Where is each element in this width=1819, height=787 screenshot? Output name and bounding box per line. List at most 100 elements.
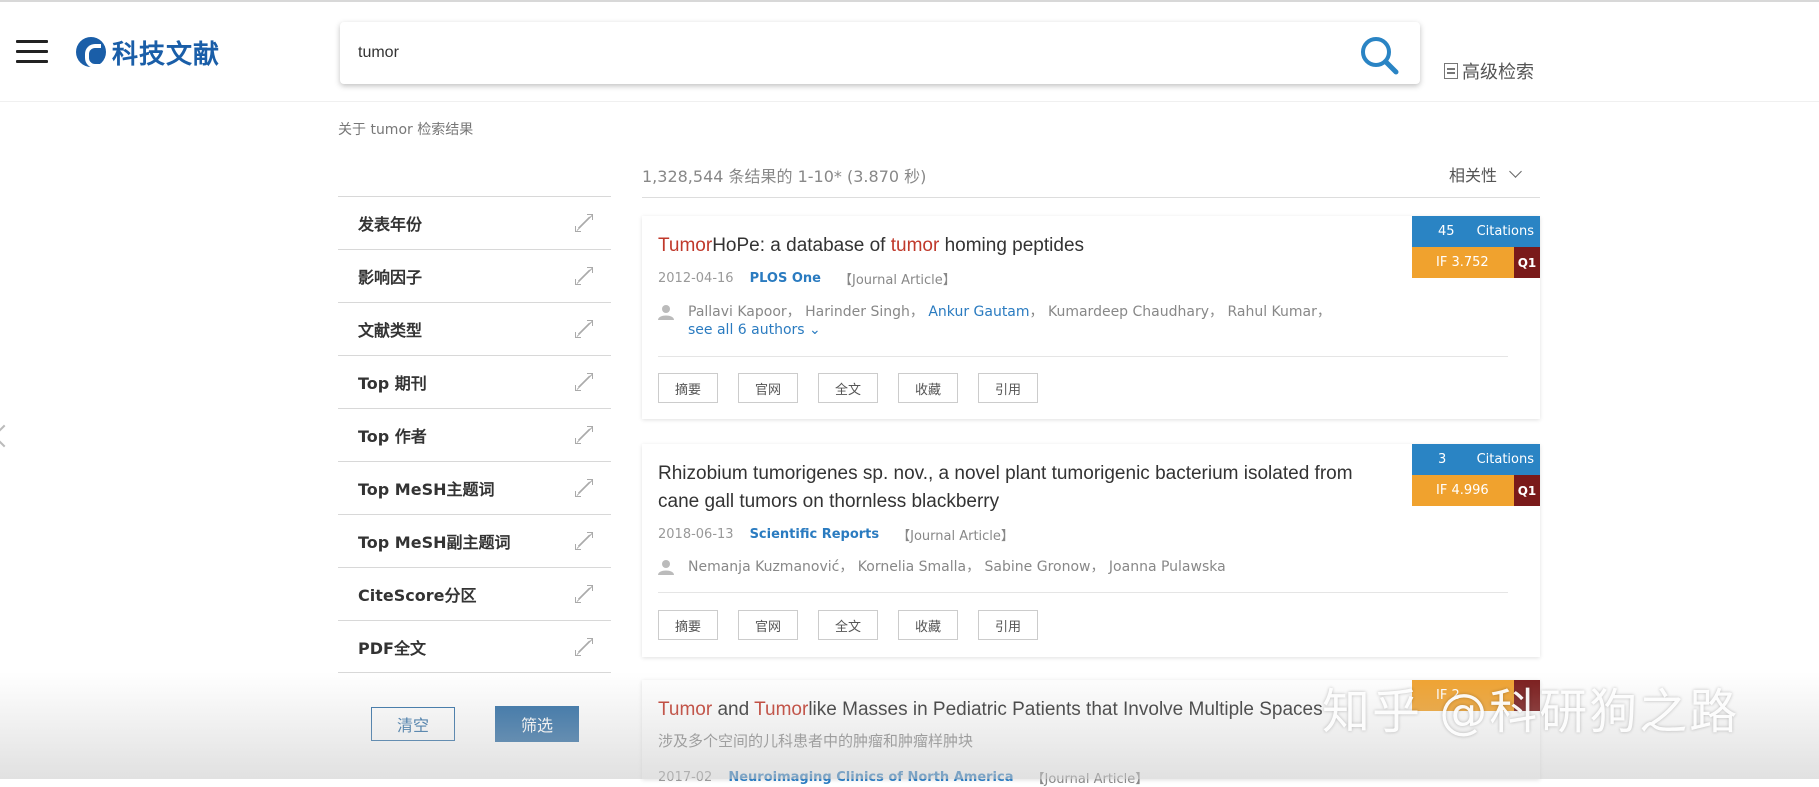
full-text-button[interactable]: 全文: [818, 610, 878, 640]
chevron-down-icon: [1509, 165, 1522, 178]
filter-item-mesh-heading[interactable]: Top MeSH主题词: [338, 461, 611, 514]
filter-label: 影响因子: [358, 268, 423, 287]
article-type: 【Journal Article】: [897, 529, 1014, 544]
filter-item-impact-factor[interactable]: 影响因子: [338, 249, 611, 302]
header: 科技文献 高级检索: [0, 2, 1819, 102]
expand-icon: [575, 637, 593, 656]
title-text: HoPe: a database of: [712, 235, 891, 256]
citations-badge: 45 Citations: [1412, 216, 1540, 247]
user-icon: [658, 560, 674, 575]
favorite-button[interactable]: 收藏: [898, 373, 958, 403]
article-meta: 2017-02 Neuroimaging Clinics of North Am…: [658, 768, 1148, 787]
journal-link[interactable]: Scientific Reports: [750, 527, 880, 542]
apply-filter-button[interactable]: 筛选: [495, 706, 579, 742]
cite-button[interactable]: 引用: [978, 610, 1038, 640]
filter-item-top-author[interactable]: Top 作者: [338, 408, 611, 461]
publish-date: 2018-06-13: [658, 527, 734, 542]
article-meta: 2012-04-16 PLOS One 【Journal Article】: [658, 269, 956, 288]
filter-label: Top 作者: [358, 427, 427, 446]
author-row: Nemanja Kuzmanović， Kornelia Smalla， Sab…: [658, 558, 1358, 576]
article-title[interactable]: TumorHoPe: a database of tumor homing pe…: [658, 232, 1378, 260]
expand-icon: [575, 320, 593, 338]
filter-panel: 发表年份 影响因子 文献类型 Top 期刊 Top 作者 Top MeSH主题词…: [338, 196, 611, 673]
filter-item-mesh-subheading[interactable]: Top MeSH副主题词: [338, 514, 611, 567]
watermark: 知乎 @科研狗之路: [1322, 684, 1740, 740]
author-list: Pallavi Kapoor， Harinder Singh， Ankur Ga…: [688, 303, 1358, 339]
expand-icon: [575, 214, 593, 232]
brand-name: 科技文献: [112, 39, 221, 70]
chevron-down-icon: ⌄: [804, 322, 821, 338]
clear-button[interactable]: 清空: [371, 707, 455, 741]
search-bar: [340, 22, 1420, 84]
quartile-badge: Q1: [1514, 247, 1540, 278]
quartile-badge: Q1: [1514, 475, 1540, 506]
title-text: like Masses in Pediatric Patients that I…: [808, 699, 1323, 720]
title-highlight: Tumor: [658, 235, 713, 256]
chevron-left-icon[interactable]: [0, 424, 16, 448]
publish-date: 2012-04-16: [658, 271, 734, 286]
journal-link[interactable]: Neuroimaging Clinics of North America: [728, 770, 1013, 785]
expand-icon: [575, 373, 593, 391]
citations-label: Citations: [1476, 224, 1534, 239]
impact-factor-badge: IF 3.752 Q1: [1412, 247, 1540, 278]
title-highlight: tumor: [890, 235, 940, 256]
title-text: homing peptides: [939, 235, 1085, 256]
author-row: Pallavi Kapoor， Harinder Singh， Ankur Ga…: [658, 303, 1358, 339]
search-input[interactable]: [358, 40, 1318, 66]
menu-icon[interactable]: [16, 40, 48, 64]
sort-label: 相关性: [1449, 166, 1498, 185]
result-count: 1,328,544 条结果的 1-10* (3.870 秒): [642, 167, 927, 186]
filter-label: 文献类型: [358, 321, 423, 340]
journal-link[interactable]: PLOS One: [750, 271, 821, 286]
document-icon: [1444, 63, 1458, 79]
abstract-button[interactable]: 摘要: [658, 610, 718, 640]
article-type: 【Journal Article】: [1031, 772, 1149, 787]
title-highlight: Tumor: [658, 699, 713, 720]
query-label: 关于 tumor 检索结果: [338, 122, 474, 138]
metrics-badge: 45 Citations IF 3.752 Q1: [1412, 216, 1540, 278]
metrics-badge: 3 Citations IF 4.996 Q1: [1412, 444, 1540, 506]
full-text-button[interactable]: 全文: [818, 373, 878, 403]
author-link[interactable]: Ankur Gautam: [928, 304, 1029, 320]
expand-icon: [575, 426, 593, 444]
result-card: Rhizobium tumorigenes sp. nov., a novel …: [642, 444, 1540, 657]
article-title[interactable]: Tumor and Tumorlike Masses in Pediatric …: [658, 696, 1418, 724]
filter-label: CiteScore分区: [358, 586, 477, 605]
translated-title: 涉及多个空间的儿科患者中的肿瘤和肿瘤样肿块: [658, 732, 974, 750]
filter-label: Top MeSH副主题词: [358, 533, 511, 552]
filter-item-top-journal[interactable]: Top 期刊: [338, 355, 611, 408]
filter-item-pdf[interactable]: PDF全文: [338, 620, 611, 673]
filter-item-year[interactable]: 发表年份: [338, 196, 611, 249]
logo[interactable]: 科技文献: [76, 35, 221, 70]
filter-label: Top MeSH主题词: [358, 480, 495, 499]
advanced-search-link[interactable]: 高级检索: [1444, 58, 1534, 84]
logo-icon: [76, 37, 106, 68]
publish-date: 2017-02: [658, 770, 713, 785]
title-text: and: [712, 699, 755, 720]
citations-label: Citations: [1476, 452, 1534, 467]
filter-label: PDF全文: [358, 638, 426, 658]
search-icon[interactable]: [1358, 34, 1400, 76]
official-site-button[interactable]: 官网: [738, 373, 798, 403]
citations-count: 45: [1438, 224, 1455, 239]
sort-dropdown[interactable]: 相关性: [1449, 162, 1522, 186]
divider: [642, 197, 1540, 198]
cite-button[interactable]: 引用: [978, 373, 1038, 403]
impact-factor-value: IF 3.752: [1412, 247, 1514, 278]
filter-item-citescore[interactable]: CiteScore分区: [338, 567, 611, 620]
advanced-search-label: 高级检索: [1462, 62, 1534, 83]
impact-factor-value: IF 4.996: [1412, 475, 1514, 506]
citations-badge: 3 Citations: [1412, 444, 1540, 475]
filter-item-article-type[interactable]: 文献类型: [338, 302, 611, 355]
result-card: TumorHoPe: a database of tumor homing pe…: [642, 216, 1540, 419]
abstract-button[interactable]: 摘要: [658, 373, 718, 403]
article-title[interactable]: Rhizobium tumorigenes sp. nov., a novel …: [658, 460, 1378, 516]
author-names: ， Kumardeep Chaudhary， Rahul Kumar，: [1029, 304, 1331, 320]
filter-label: 发表年份: [358, 215, 423, 234]
article-meta: 2018-06-13 Scientific Reports 【Journal A…: [658, 525, 1014, 544]
expand-icon: [575, 267, 593, 285]
official-site-button[interactable]: 官网: [738, 610, 798, 640]
favorite-button[interactable]: 收藏: [898, 610, 958, 640]
author-names: Nemanja Kuzmanović， Kornelia Smalla， Sab…: [688, 559, 1226, 575]
see-all-authors-link[interactable]: see all 6 authors: [688, 322, 805, 338]
